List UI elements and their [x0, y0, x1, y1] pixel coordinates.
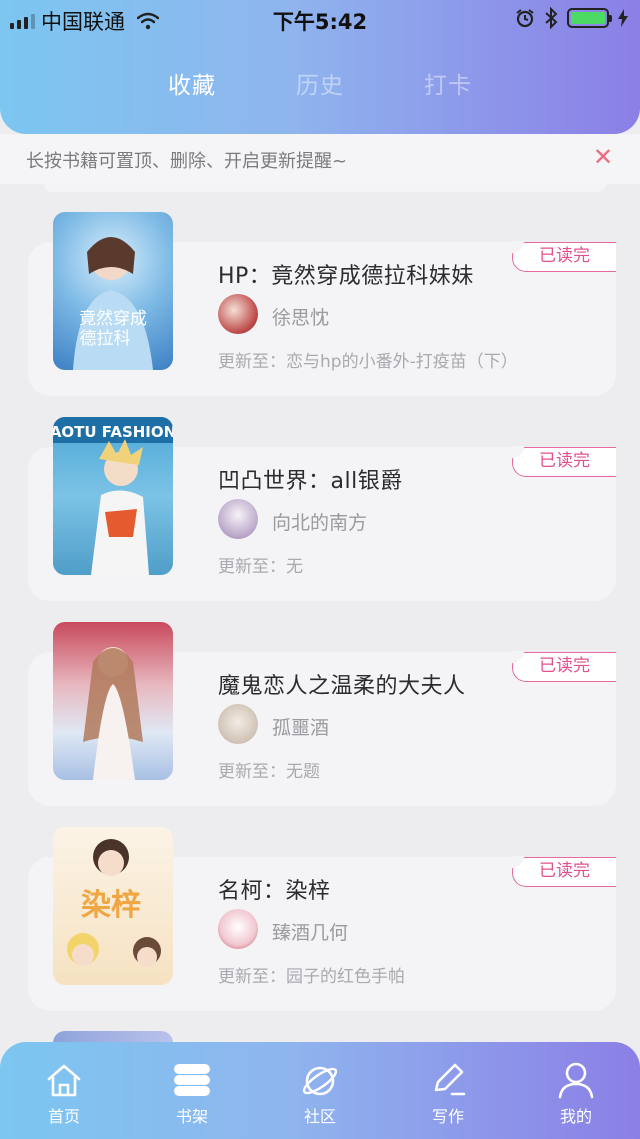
update-value: 无	[286, 557, 303, 577]
tabbar-write[interactable]: 写作	[384, 1042, 512, 1139]
alarm-icon	[516, 9, 534, 28]
book-title: 凹凸世界：all银爵	[218, 469, 403, 494]
avatar	[218, 294, 258, 334]
bluetooth-icon	[545, 7, 558, 29]
update-info: 更新至：园子的红色手帕	[218, 962, 405, 987]
author-name: 孤噩酒	[272, 717, 330, 739]
avatar	[218, 909, 258, 949]
author-name: 臻酒几何	[272, 922, 349, 944]
planet-icon	[302, 1066, 338, 1096]
book-title: HP：竟然穿成德拉科妹妹	[218, 264, 474, 289]
cover-title: 染梓	[81, 888, 141, 923]
book-title: 魔鬼恋人之温柔的大夫人	[218, 674, 466, 699]
bookshelf-icon	[174, 1064, 210, 1096]
update-label: 更新至：	[218, 967, 286, 987]
book-cover[interactable]	[53, 622, 173, 780]
tab-checkin[interactable]: 打卡	[384, 66, 512, 100]
update-info: 更新至：无	[218, 552, 303, 577]
tab-history[interactable]: 历史	[256, 66, 384, 100]
battery-icon	[567, 8, 612, 28]
book-title: 名柯：染梓	[218, 879, 331, 904]
home-icon	[47, 1064, 81, 1097]
tabbar-label: 社区	[303, 1107, 336, 1126]
cover-masthead: AOTU FASHION	[53, 423, 173, 441]
hint-text: 长按书籍可置顶、删除、开启更新提醒~	[26, 151, 348, 172]
book-item[interactable]: 已读完 魔鬼恋人之温柔的大夫人 孤噩酒 更新至：无题	[0, 594, 640, 806]
book-cover[interactable]: 竟然穿成 德拉科	[53, 212, 173, 370]
book-item[interactable]: AOTU FASHION 已读完 凹凸世界：all银爵 向北的南方 更新至：无	[0, 389, 640, 601]
bookshelf-page: 中国联通 下午5:42 收藏 历史 打卡 长按书籍可置顶、删除、开启更新提醒~ …	[0, 0, 640, 1139]
update-info: 更新至：恋与hp的小番外-打疫苗（下）	[218, 347, 518, 372]
book-cover[interactable]: 染梓	[53, 827, 173, 985]
update-label: 更新至：	[218, 762, 286, 782]
svg-text:德拉科: 德拉科	[80, 329, 131, 349]
bottom-tabbar: 首页 书架 社区 写作 我的	[0, 1042, 640, 1139]
update-label: 更新至：	[218, 557, 286, 577]
tabbar-home[interactable]: 首页	[0, 1042, 128, 1139]
book-item[interactable]: 竟然穿成 德拉科 已读完 HP：竟然穿成德拉科妹妹 徐思忱 更新至：恋与hp的小…	[0, 184, 640, 396]
tab-favorites[interactable]: 收藏	[128, 66, 256, 100]
update-info: 更新至：无题	[218, 757, 320, 782]
finished-badge: 已读完	[512, 241, 616, 272]
tabbar-bookshelf[interactable]: 书架	[128, 1042, 256, 1139]
book-cover[interactable]: AOTU FASHION	[53, 417, 173, 575]
top-tabs: 收藏 历史 打卡	[0, 66, 640, 100]
status-bar: 中国联通 下午5:42	[0, 0, 640, 36]
tabbar-community[interactable]: 社区	[256, 1042, 384, 1139]
finished-badge: 已读完	[512, 446, 616, 477]
update-label: 更新至：	[218, 352, 286, 372]
tabbar-label: 写作	[431, 1107, 464, 1126]
finished-badge: 已读完	[512, 856, 616, 887]
charging-icon	[618, 9, 628, 27]
hint-bar: 长按书籍可置顶、删除、开启更新提醒~ ✕	[0, 134, 640, 184]
avatar	[218, 499, 258, 539]
user-icon	[558, 1062, 594, 1099]
header: 中国联通 下午5:42 收藏 历史 打卡	[0, 0, 640, 134]
tabbar-label: 书架	[175, 1107, 208, 1126]
book-item[interactable]: 染梓 已读完 名柯：染梓 臻酒几何 更新至：园子的红色手帕	[0, 799, 640, 1011]
author-name: 徐思忱	[272, 307, 330, 329]
close-icon[interactable]: ✕	[590, 144, 616, 170]
update-value: 园子的红色手帕	[286, 967, 405, 987]
pen-icon	[434, 1063, 466, 1096]
update-value: 无题	[286, 762, 320, 782]
tabbar-label: 我的	[559, 1107, 592, 1126]
avatar	[218, 704, 258, 744]
tabbar-label: 首页	[47, 1107, 80, 1126]
finished-badge: 已读完	[512, 651, 616, 682]
tabbar-profile[interactable]: 我的	[512, 1042, 640, 1139]
author-name: 向北的南方	[272, 512, 368, 534]
update-value: 恋与hp的小番外-打疫苗（下）	[286, 352, 518, 372]
svg-text:竟然穿成: 竟然穿成	[79, 309, 147, 329]
